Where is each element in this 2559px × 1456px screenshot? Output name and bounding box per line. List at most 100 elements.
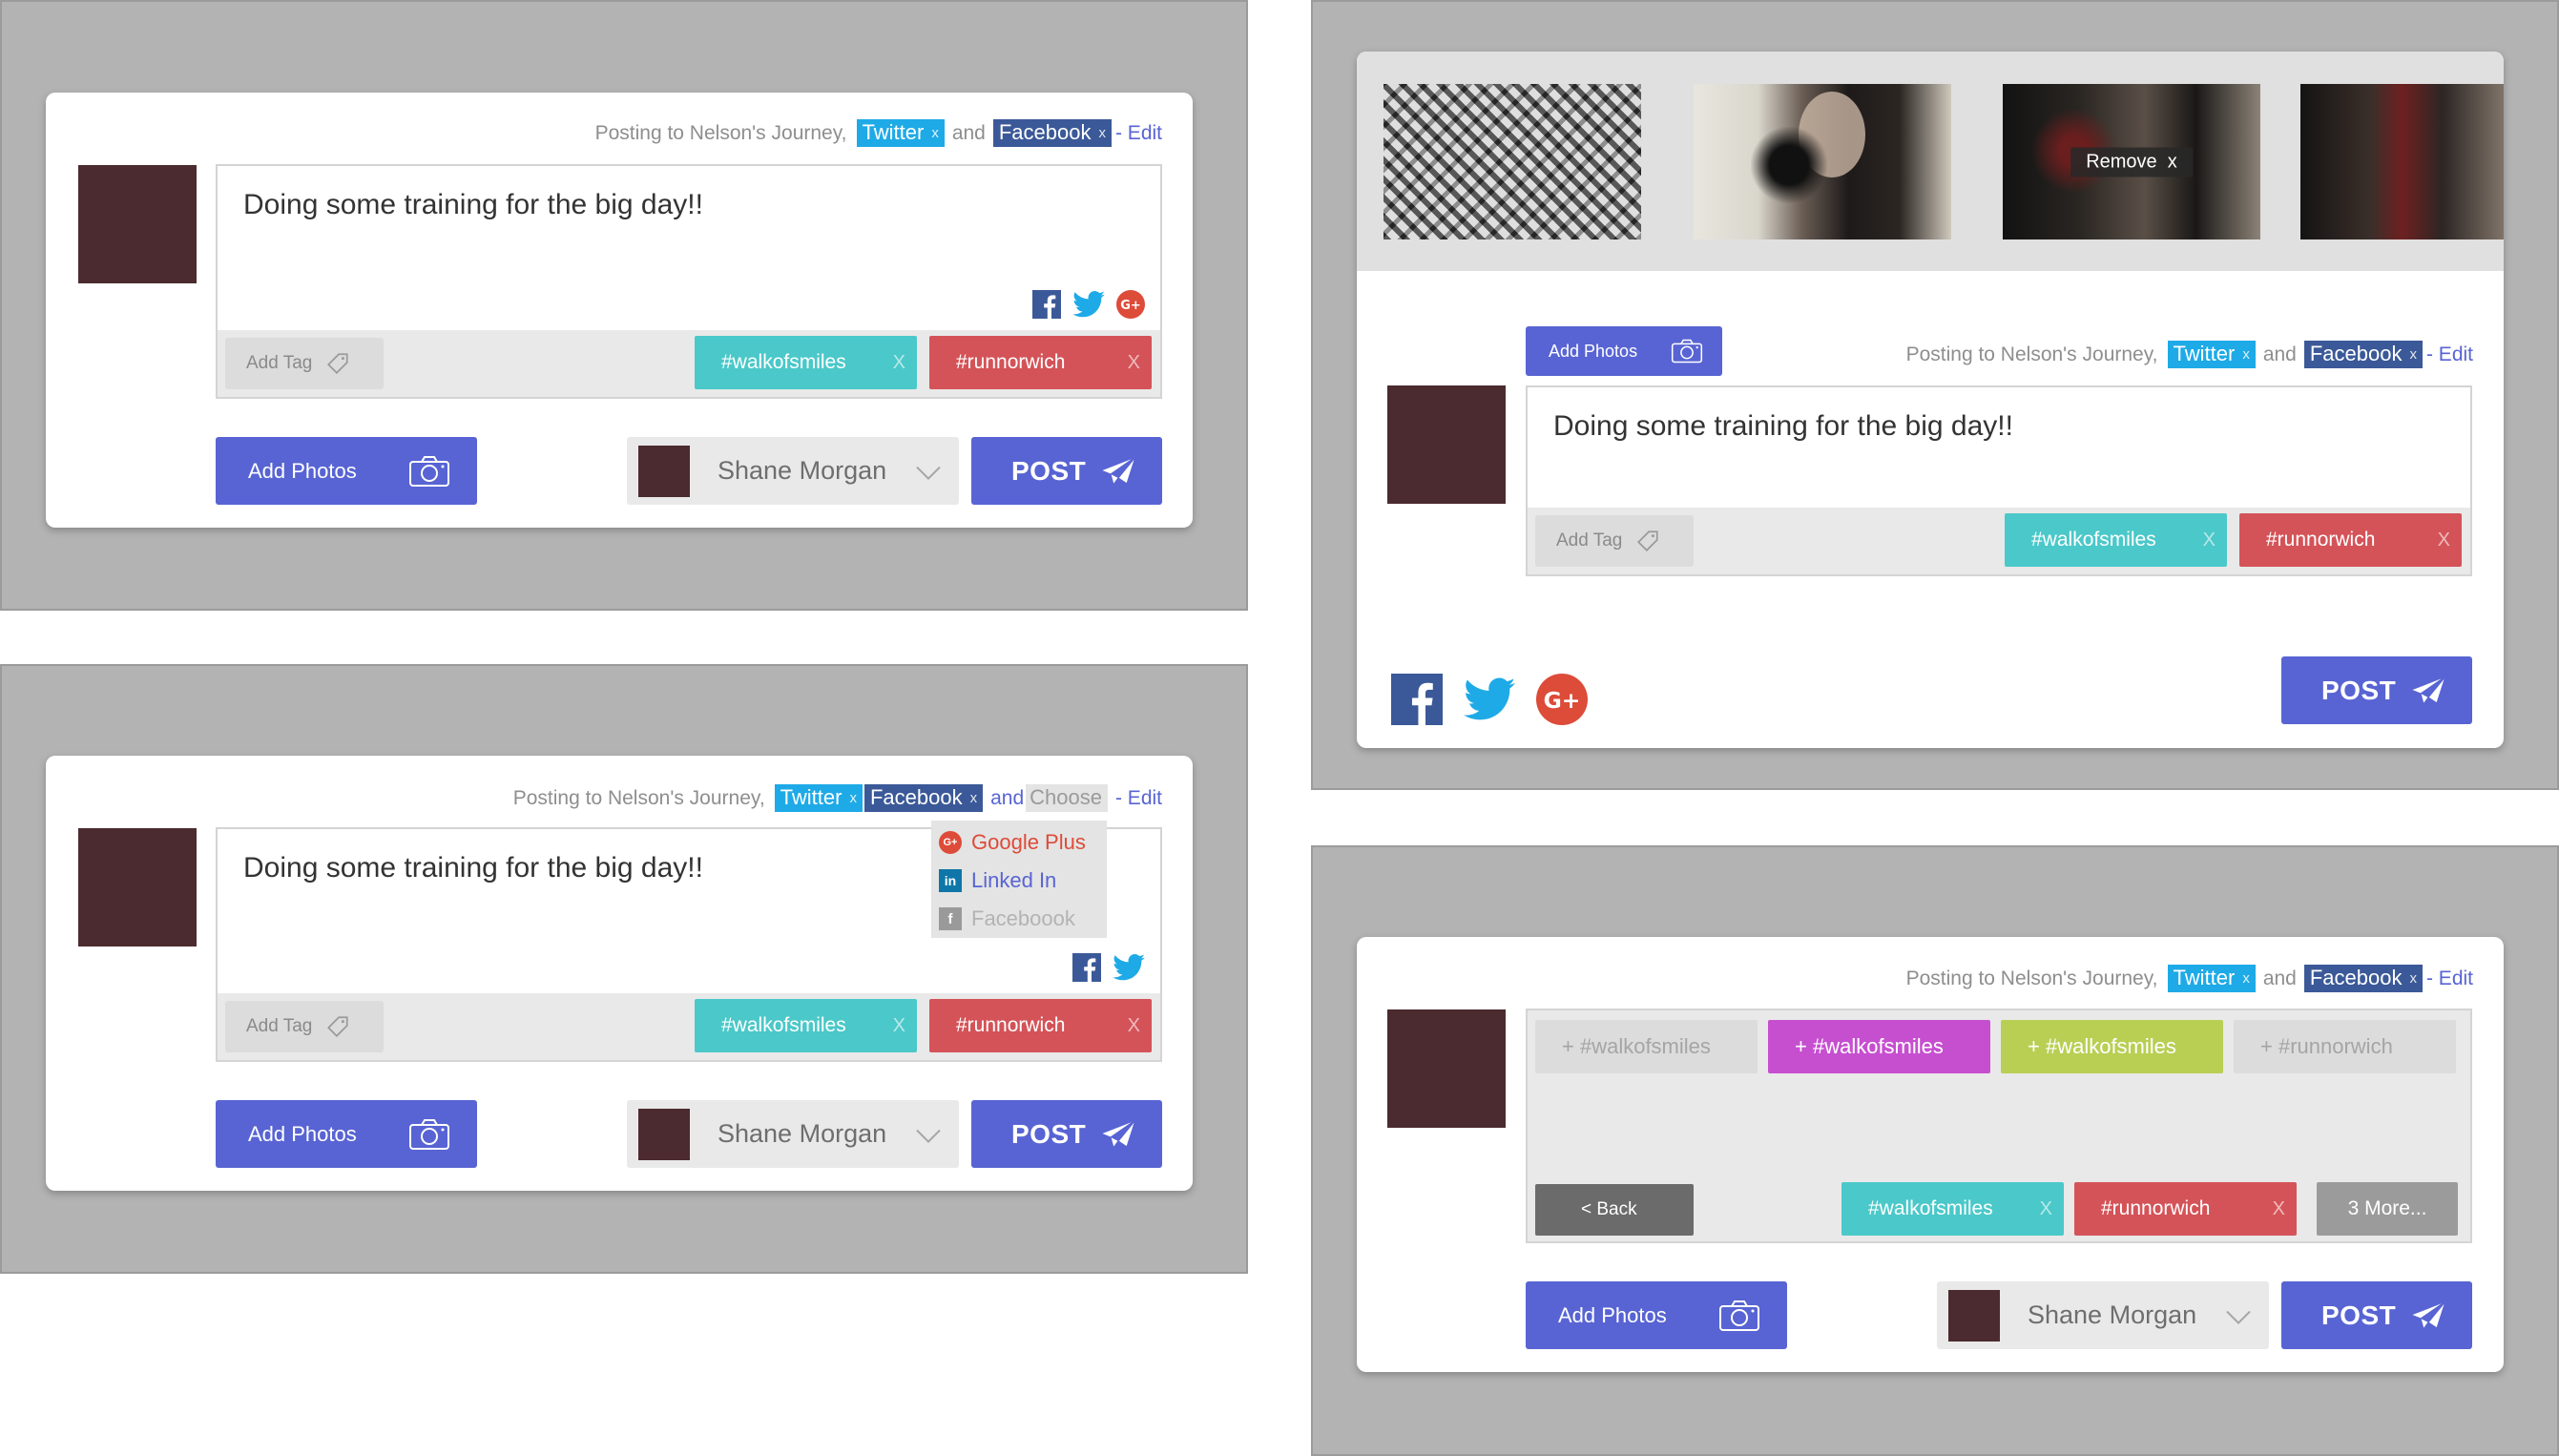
suggested-tag-runnorwich[interactable]: + #runnorwich xyxy=(2234,1020,2456,1073)
tag-walkofsmiles[interactable]: #walkofsmiles X xyxy=(695,336,917,389)
add-photos-button[interactable]: Add Photos xyxy=(216,437,477,505)
twitter-chip[interactable]: Twitter x xyxy=(774,784,863,812)
tag-walkofsmiles[interactable]: #walkofsmiles X xyxy=(695,999,917,1052)
add-photos-button[interactable]: Add Photos xyxy=(216,1100,477,1168)
google-plus-icon[interactable]: G+ xyxy=(1536,674,1588,725)
tag-walkofsmiles[interactable]: #walkofsmiles X xyxy=(1841,1182,2064,1236)
twitter-chip[interactable]: Twitter x xyxy=(2167,965,2256,992)
post-label: POST xyxy=(1011,455,1087,486)
remove-facebook-icon[interactable]: x xyxy=(2409,970,2417,987)
remove-tag-icon[interactable]: X xyxy=(893,352,905,374)
send-icon xyxy=(1100,1118,1136,1149)
suggested-tag-walkofsmiles[interactable]: + #walkofsmiles xyxy=(1768,1020,1990,1073)
svg-text:G+: G+ xyxy=(1544,687,1581,714)
account-selector[interactable]: Shane Morgan xyxy=(1937,1281,2269,1349)
facebook-chip[interactable]: Facebook x xyxy=(992,119,1112,147)
post-textarea[interactable]: Doing some training for the big day!! Ad… xyxy=(1526,385,2472,576)
tag-runnorwich[interactable]: #runnorwich X xyxy=(2074,1182,2297,1236)
edit-link[interactable]: - Edit xyxy=(1115,122,1162,145)
remove-twitter-icon[interactable]: x xyxy=(931,125,939,141)
edit-link[interactable]: - Edit xyxy=(2426,343,2473,366)
photo-thumbnail-maze[interactable] xyxy=(1384,84,1641,239)
tag-label: #walkofsmiles xyxy=(2031,529,2156,551)
add-tag-button[interactable]: Add Tag xyxy=(225,1001,384,1052)
back-label: < Back xyxy=(1581,1199,1637,1219)
remove-tag-icon[interactable]: X xyxy=(1128,352,1140,374)
twitter-chip[interactable]: Twitter x xyxy=(856,119,945,147)
facebook-chip[interactable]: Facebook x xyxy=(863,784,984,812)
add-photos-button[interactable]: Add Photos xyxy=(1526,326,1722,376)
posting-label: Posting to Nelson's Journey, xyxy=(594,121,847,144)
remove-facebook-icon[interactable]: x xyxy=(970,790,978,806)
dropdown-option-google-plus[interactable]: G+ Google Plus xyxy=(939,830,1086,855)
remove-photo-button[interactable]: Remove x xyxy=(2070,147,2193,177)
account-avatar xyxy=(1948,1289,2000,1342)
tag-label: #walkofsmiles xyxy=(721,1014,846,1036)
post-button[interactable]: POST xyxy=(2281,656,2472,724)
avatar xyxy=(1387,1009,1506,1128)
post-button[interactable]: POST xyxy=(971,437,1162,505)
camera-icon xyxy=(409,455,449,487)
mockup-panel-4: Posting to Nelson's Journey, Twitter x an… xyxy=(1311,845,2559,1456)
google-plus-icon[interactable]: G+ xyxy=(1116,290,1145,319)
twitter-icon[interactable] xyxy=(1464,677,1515,721)
post-button[interactable]: POST xyxy=(971,1100,1162,1168)
edit-link[interactable]: - Edit xyxy=(2426,967,2473,990)
photo-thumbnail-partial[interactable] xyxy=(2300,84,2504,239)
tag-runnorwich[interactable]: #runnorwich X xyxy=(929,336,1152,389)
tag-walkofsmiles[interactable]: #walkofsmiles X xyxy=(2005,513,2227,567)
social-icons: G+ xyxy=(1391,674,1588,725)
remove-twitter-icon[interactable]: x xyxy=(2242,970,2250,987)
remove-twitter-icon[interactable]: x xyxy=(849,790,857,806)
more-tags-button[interactable]: 3 More... xyxy=(2317,1182,2458,1236)
back-button[interactable]: < Back xyxy=(1535,1184,1694,1236)
post-text[interactable]: Doing some training for the big day!! xyxy=(243,189,703,221)
post-text[interactable]: Doing some training for the big day!! xyxy=(1553,410,2013,443)
post-button[interactable]: POST xyxy=(2281,1281,2472,1349)
remove-tag-icon[interactable]: X xyxy=(2040,1198,2052,1220)
add-tag-button[interactable]: Add Tag xyxy=(1535,515,1694,567)
photo-thumbnail-portrait[interactable] xyxy=(1694,84,1951,239)
twitter-chip[interactable]: Twitter x xyxy=(2167,341,2256,368)
facebook-icon[interactable] xyxy=(1072,953,1101,982)
choose-network-select[interactable]: Choose xyxy=(1026,784,1108,812)
remove-label: Remove xyxy=(2086,151,2157,172)
twitter-icon[interactable] xyxy=(1113,954,1145,981)
dropdown-option-facebook: f Faceboook xyxy=(939,906,1075,931)
remove-twitter-icon[interactable]: x xyxy=(2242,346,2250,363)
account-selector[interactable]: Shane Morgan xyxy=(627,437,959,505)
tag-runnorwich[interactable]: #runnorwich X xyxy=(2239,513,2462,567)
facebook-icon: f xyxy=(939,907,962,930)
suggested-tag-walkofsmiles[interactable]: + #walkofsmiles xyxy=(2001,1020,2223,1073)
edit-link[interactable]: - Edit xyxy=(1115,787,1162,810)
remove-facebook-icon[interactable]: x xyxy=(2409,346,2417,363)
send-icon xyxy=(2410,675,2446,705)
post-text[interactable]: Doing some training for the big day!! xyxy=(243,852,703,884)
suggested-tag-walkofsmiles[interactable]: + #walkofsmiles xyxy=(1535,1020,1758,1073)
account-selector[interactable]: Shane Morgan xyxy=(627,1100,959,1168)
avatar xyxy=(78,828,197,946)
remove-tag-icon[interactable]: X xyxy=(2203,530,2216,551)
facebook-icon[interactable] xyxy=(1032,290,1061,319)
composer-card: Posting to Nelson's Journey, Twitter x Fa… xyxy=(46,756,1193,1191)
add-photos-label: Add Photos xyxy=(1549,341,1638,361)
account-avatar xyxy=(638,445,690,497)
dropdown-option-linkedin[interactable]: in Linked In xyxy=(939,868,1056,893)
send-icon xyxy=(2410,1300,2446,1330)
remove-tag-icon[interactable]: X xyxy=(2273,1198,2285,1220)
remove-tag-icon[interactable]: X xyxy=(1128,1015,1140,1037)
photo-thumbnail-selected[interactable]: Remove x xyxy=(2003,84,2260,239)
facebook-chip[interactable]: Facebook x xyxy=(2303,341,2423,368)
twitter-icon[interactable] xyxy=(1072,291,1105,318)
tag-runnorwich[interactable]: #runnorwich X xyxy=(929,999,1152,1052)
post-label: POST xyxy=(2321,675,2397,705)
remove-facebook-icon[interactable]: x xyxy=(1098,125,1106,141)
add-tag-button[interactable]: Add Tag xyxy=(225,338,384,389)
post-textarea[interactable]: Doing some training for the big day!! G+… xyxy=(216,164,1162,399)
facebook-chip[interactable]: Facebook x xyxy=(2303,965,2423,992)
remove-tag-icon[interactable]: X xyxy=(2438,530,2450,551)
add-photos-button[interactable]: Add Photos xyxy=(1526,1281,1787,1349)
suggested-tag-label: + #walkofsmiles xyxy=(1795,1034,1944,1058)
remove-tag-icon[interactable]: X xyxy=(893,1015,905,1037)
facebook-icon[interactable] xyxy=(1391,674,1443,725)
